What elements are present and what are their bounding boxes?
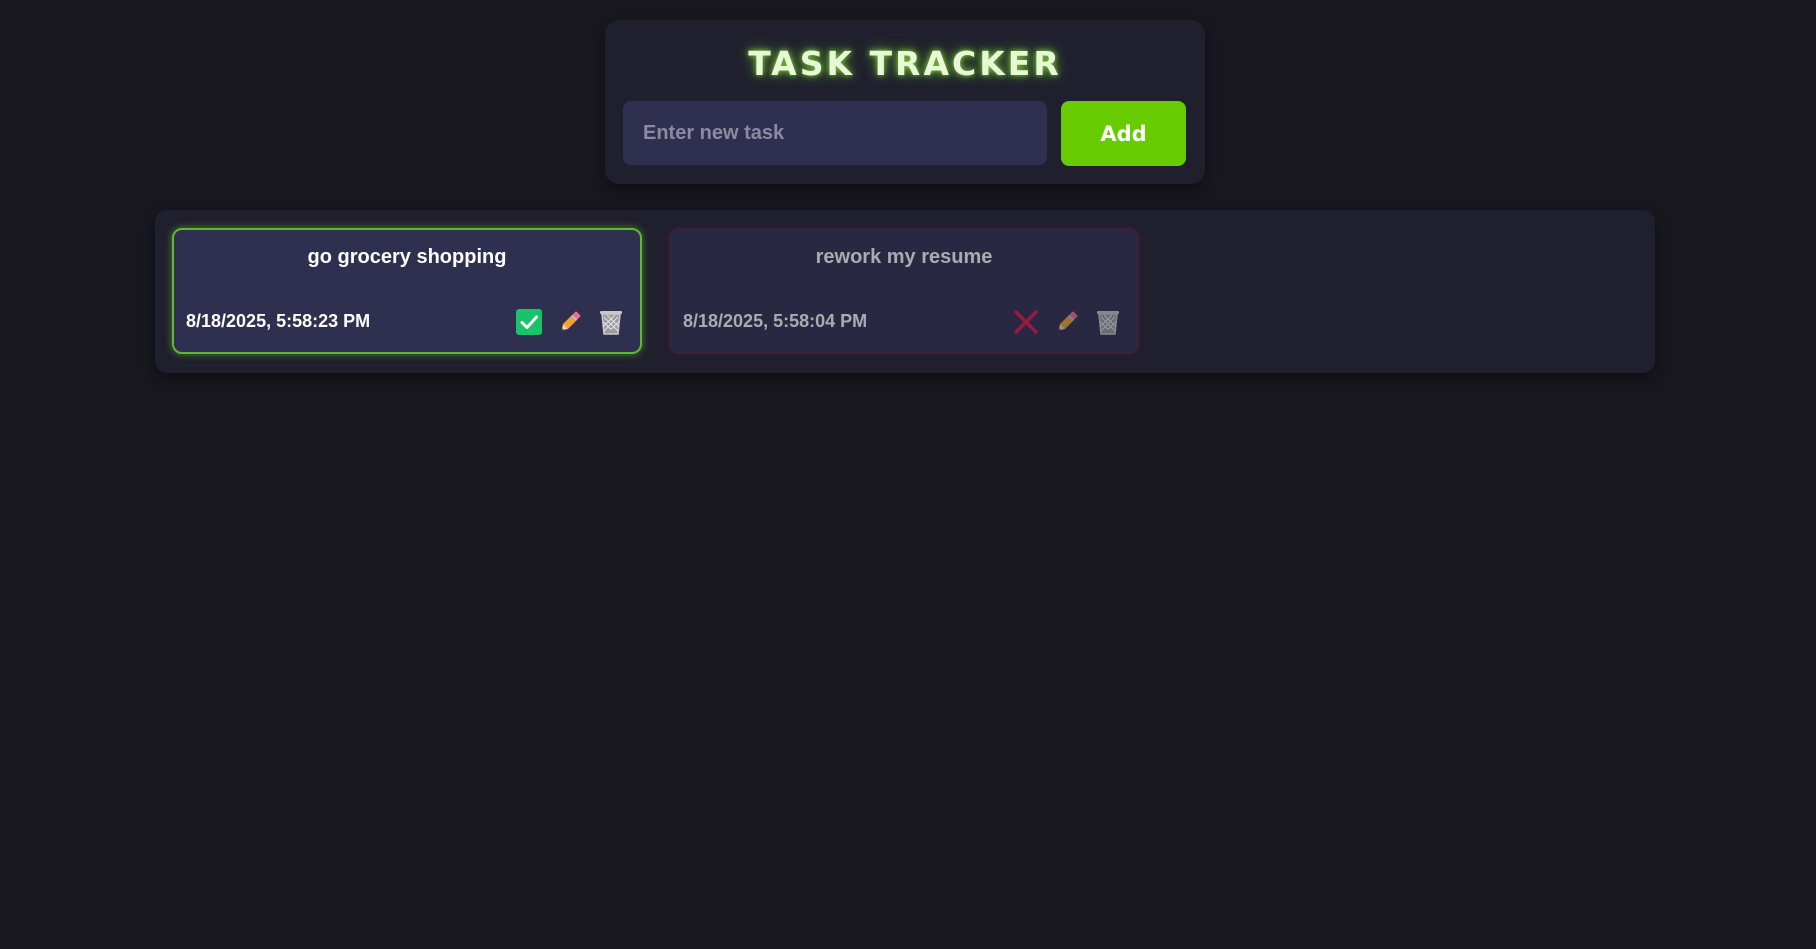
trash-icon[interactable]	[1093, 307, 1123, 337]
task-list: go grocery shopping 8/18/2025, 5:58:23 P…	[155, 210, 1655, 373]
task-actions	[1011, 307, 1123, 337]
pencil-icon[interactable]	[1052, 307, 1082, 337]
checkbox-checked-icon[interactable]	[514, 307, 544, 337]
task-timestamp: 8/18/2025, 5:58:23 PM	[186, 311, 371, 331]
cross-icon[interactable]	[1011, 307, 1041, 337]
app-title: TASK TRACKER	[748, 44, 1062, 83]
trash-icon[interactable]	[596, 307, 626, 337]
task-timestamp: 8/18/2025, 5:58:04 PM	[683, 311, 868, 331]
header-card: TASK TRACKER Add	[605, 20, 1205, 184]
task-card: go grocery shopping 8/18/2025, 5:58:23 P…	[172, 228, 642, 354]
task-actions	[514, 307, 626, 337]
new-task-input[interactable]	[623, 101, 1047, 165]
task-title: go grocery shopping	[307, 246, 507, 268]
task-title: rework my resume	[815, 246, 993, 268]
add-task-button[interactable]: Add	[1061, 101, 1186, 166]
task-card: rework my resume 8/18/2025, 5:58:04 PM	[669, 228, 1139, 354]
pencil-icon[interactable]	[555, 307, 585, 337]
